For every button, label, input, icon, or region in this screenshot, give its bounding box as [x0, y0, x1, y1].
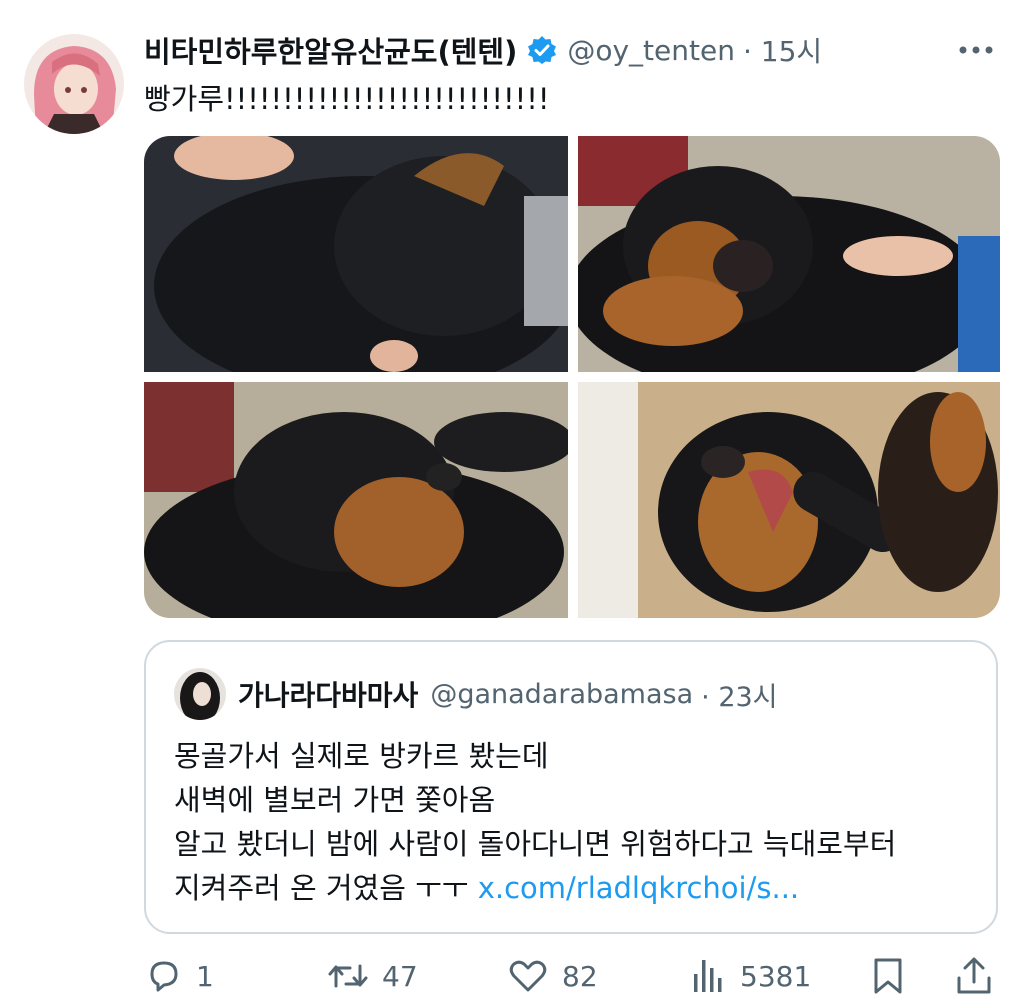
- tweet-time[interactable]: · 15시: [743, 30, 822, 70]
- retweet-count: 47: [382, 959, 418, 993]
- quote-tweet[interactable]: 가나라다바마사 @ganadarabamasa · 23시 몽골가서 실제로 방…: [144, 640, 998, 934]
- author-avatar[interactable]: [24, 34, 124, 134]
- more-horizontal-icon[interactable]: [956, 36, 996, 64]
- retweet-button[interactable]: 47: [326, 952, 418, 1000]
- author-name[interactable]: 비타민하루한알유산균도(텐텐): [144, 29, 517, 71]
- photo-4[interactable]: [578, 382, 1000, 618]
- verified-badge-icon: [527, 35, 557, 65]
- like-count: 82: [562, 959, 598, 993]
- tweet-header: 비타민하루한알유산균도(텐텐) @oy_tenten · 15시: [144, 30, 822, 70]
- views-bar-chart-icon: [688, 956, 728, 996]
- photo-2[interactable]: [578, 136, 1000, 372]
- photo-3[interactable]: [144, 382, 568, 618]
- heart-icon: [506, 956, 550, 996]
- quote-line: 새벽에 별보러 가면 쫓아옴: [174, 783, 496, 817]
- action-bar: 1 47 82 5381: [144, 952, 1004, 1000]
- quote-time[interactable]: · 23시: [701, 675, 777, 714]
- bookmark-button[interactable]: [870, 952, 906, 1000]
- retweet-icon: [326, 956, 370, 996]
- views-button[interactable]: 5381: [688, 952, 811, 1000]
- quote-author-avatar[interactable]: [174, 668, 226, 720]
- reply-icon: [144, 956, 184, 996]
- reply-button[interactable]: 1: [144, 952, 214, 1000]
- author-handle[interactable]: @oy_tenten: [567, 34, 735, 67]
- quote-author-name[interactable]: 가나라다바마사: [238, 674, 418, 714]
- quote-line-text: 지켜주러 온 거였음 ㅜㅜ: [174, 871, 478, 905]
- share-icon: [954, 956, 994, 996]
- quote-text: 몽골가서 실제로 방카르 봤는데 새벽에 별보러 가면 쫓아옴 알고 봤더니 밤…: [174, 734, 896, 910]
- share-button[interactable]: [954, 952, 994, 1000]
- like-button[interactable]: 82: [506, 952, 598, 1000]
- quote-author-handle[interactable]: @ganadarabamasa: [430, 679, 693, 710]
- quote-line: 몽골가서 실제로 방카르 봤는데: [174, 739, 549, 773]
- tweet-text: 빵가루!!!!!!!!!!!!!!!!!!!!!!!!!!!!: [144, 82, 550, 116]
- bookmark-icon: [870, 956, 906, 996]
- quote-line: 알고 봤더니 밤에 사람이 돌아다니면 위험하다고 늑대로부터: [174, 827, 897, 861]
- quote-line-last: 지켜주러 온 거였음 ㅜㅜ x.com/rladlqkrchoi/s...: [174, 866, 896, 910]
- media-grid: [144, 136, 1000, 618]
- quote-link[interactable]: x.com/rladlqkrchoi/s...: [478, 871, 799, 905]
- photo-1[interactable]: [144, 136, 568, 372]
- view-count: 5381: [740, 959, 812, 993]
- reply-count: 1: [196, 959, 214, 993]
- quote-header: 가나라다바마사 @ganadarabamasa · 23시: [238, 672, 778, 716]
